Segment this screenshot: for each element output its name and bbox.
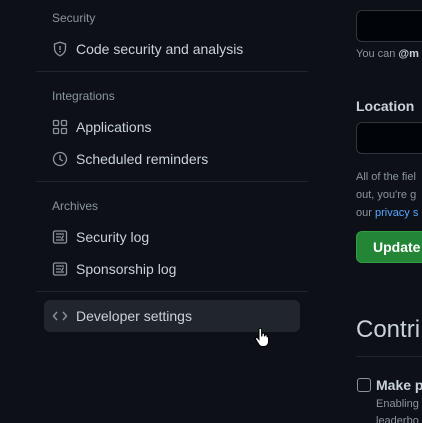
section-title-security: Security	[52, 11, 96, 25]
sidebar-item-label: Scheduled reminders	[76, 151, 209, 167]
profile-text-field[interactable]	[356, 10, 422, 42]
divider	[356, 356, 422, 357]
divider	[36, 71, 308, 72]
sidebar-item-label: Developer settings	[76, 308, 192, 324]
sidebar-item-label: Security log	[76, 229, 150, 245]
divider	[36, 291, 308, 292]
divider	[36, 181, 308, 182]
apps-grid-icon	[52, 119, 68, 135]
log-icon	[52, 261, 68, 277]
hand-pointer-cursor-icon	[254, 327, 269, 347]
sidebar-item-code-security[interactable]: Code security and analysis	[44, 33, 300, 65]
log-icon	[52, 229, 68, 245]
checkbox-description-2: leaderbo	[376, 415, 419, 423]
clock-icon	[52, 151, 68, 167]
sidebar-item-label: Applications	[76, 119, 152, 135]
update-profile-button[interactable]: Update	[356, 231, 422, 263]
sidebar-item-label: Code security and analysis	[76, 41, 244, 57]
sidebar-item-label: Sponsorship log	[76, 261, 177, 277]
contributions-heading: Contri	[356, 316, 421, 343]
location-label: Location	[356, 98, 415, 114]
notice-line-2: out, you're g	[356, 189, 417, 201]
profile-form-panel: You can @m Location All of the fiel out,…	[356, 0, 422, 423]
notice-line-1: All of the fiel	[356, 171, 416, 183]
checkbox-label: Make p	[376, 377, 422, 393]
sidebar-item-applications[interactable]: Applications	[44, 111, 300, 143]
notice-line-3: our privacy s	[356, 207, 419, 219]
privacy-link[interactable]: privacy s	[375, 207, 418, 219]
section-title-archives: Archives	[52, 199, 99, 213]
sidebar-item-security-log[interactable]: Security log	[44, 221, 300, 253]
checkbox-description-1: Enabling	[376, 398, 419, 410]
section-title-integrations: Integrations	[52, 89, 115, 103]
sidebar-item-sponsorship-log[interactable]: Sponsorship log	[44, 253, 300, 285]
shield-icon	[52, 41, 68, 57]
location-input[interactable]	[356, 122, 422, 154]
profile-field-hint: You can @m	[356, 48, 419, 60]
sidebar-item-scheduled-reminders[interactable]: Scheduled reminders	[44, 143, 300, 175]
code-icon	[52, 308, 68, 324]
private-contributions-checkbox[interactable]	[357, 378, 371, 392]
